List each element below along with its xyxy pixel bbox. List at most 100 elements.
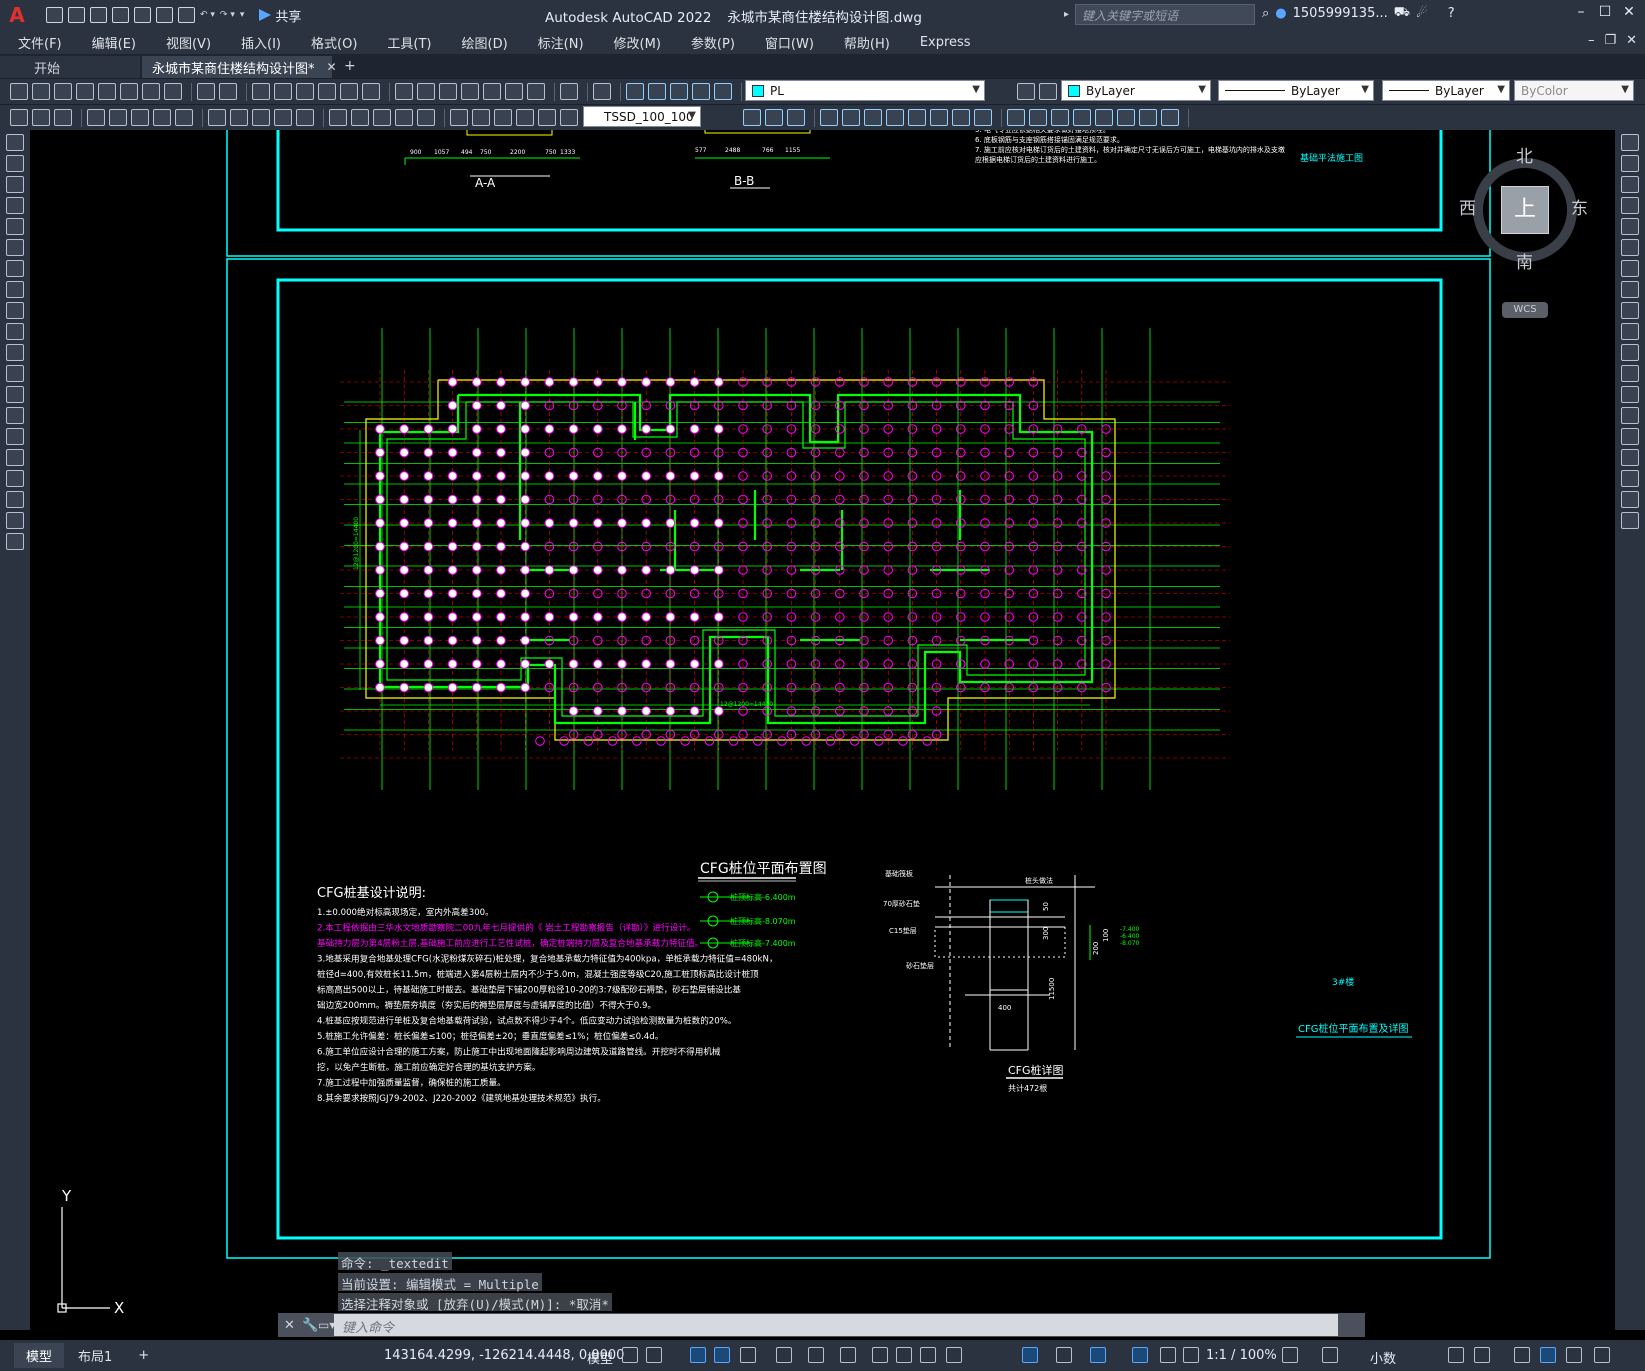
modify-tool-icon[interactable] <box>1621 491 1639 508</box>
block-tool-icon[interactable] <box>1051 109 1069 126</box>
undo-icon[interactable]: ↶ ▾ <box>200 10 215 20</box>
model-space-toggle[interactable]: 模型 <box>587 1348 613 1367</box>
block-tool-icon[interactable] <box>1117 109 1135 126</box>
menu-item[interactable]: 编辑(E) <box>92 33 136 52</box>
tolerance-icon[interactable] <box>472 109 490 126</box>
draw-tool-icon[interactable] <box>6 512 24 529</box>
dim-baseline-icon[interactable] <box>417 109 435 126</box>
help-icon[interactable]: ? <box>1448 6 1455 21</box>
command-customize-icon[interactable]: 🔧 <box>302 1318 318 1333</box>
wcs-menu-button[interactable]: WCS <box>1502 302 1548 318</box>
undo-redo-icon[interactable] <box>219 83 237 100</box>
dim-arc-icon[interactable] <box>208 109 226 126</box>
compass-north[interactable]: 北 <box>1516 142 1533 167</box>
dim-baseline-icon[interactable] <box>351 109 369 126</box>
properties-tool-icon[interactable] <box>461 83 479 100</box>
modify-tool-icon[interactable] <box>1621 260 1639 277</box>
annotation-visibility-icon[interactable] <box>1132 1347 1148 1363</box>
draw-tool-icon[interactable] <box>6 470 24 487</box>
menu-item[interactable]: 窗口(W) <box>765 33 814 52</box>
annotation-monitor-icon[interactable] <box>1322 1347 1338 1363</box>
tab-model[interactable]: 模型 <box>14 1343 65 1368</box>
compass-east[interactable]: 东 <box>1571 194 1588 219</box>
modify-tool-icon[interactable] <box>1621 176 1639 193</box>
match-layer-icon[interactable] <box>1017 83 1035 100</box>
lineweight-icon[interactable] <box>872 1347 888 1363</box>
properties-tool-icon[interactable] <box>483 83 501 100</box>
pan-zoom-icon[interactable] <box>318 83 336 100</box>
gizmo-icon[interactable] <box>1090 1347 1106 1363</box>
draw-tool-icon[interactable] <box>6 239 24 256</box>
tab-drawing[interactable]: 永城市某商住楼结构设计图* ✕ <box>142 56 337 78</box>
3d-osnap-icon[interactable] <box>946 1347 962 1363</box>
tolerance-icon[interactable] <box>494 109 512 126</box>
pan-zoom-icon[interactable] <box>340 83 358 100</box>
dimension-icon[interactable] <box>87 109 105 126</box>
annotation-scale-value[interactable]: 1:1 / 100% <box>1206 1348 1277 1363</box>
draw-tool-icon[interactable] <box>6 344 24 361</box>
text-style-icon[interactable] <box>10 109 28 126</box>
draw-tool-icon[interactable] <box>6 491 24 508</box>
tolerance-icon[interactable] <box>560 109 578 126</box>
layer-state-icon[interactable] <box>648 83 666 100</box>
plot-icon[interactable] <box>178 7 195 23</box>
open-web-icon[interactable] <box>134 7 151 23</box>
modify-tool-icon[interactable] <box>842 109 860 126</box>
layer-state-icon[interactable] <box>692 83 710 100</box>
text-style-icon[interactable] <box>54 109 72 126</box>
close-button[interactable]: ✕ <box>1616 4 1642 26</box>
standard-tool-icon[interactable] <box>98 83 116 100</box>
standard-tool-icon[interactable] <box>32 83 50 100</box>
match-layer-icon[interactable] <box>1039 83 1057 100</box>
annotation-scale-icon[interactable] <box>1183 1347 1199 1363</box>
search-icon[interactable]: ⌕ <box>1262 6 1269 21</box>
help-icon[interactable] <box>560 83 578 100</box>
modify-tool-icon[interactable] <box>974 109 992 126</box>
draw-tool-icon[interactable] <box>6 302 24 319</box>
menu-item[interactable]: 绘图(D) <box>462 33 508 52</box>
draw-tool-icon[interactable] <box>6 323 24 340</box>
drawing-canvas[interactable]: A-A 900 1057 494 750 2200 750 1333 B-B 577 2488… <box>30 130 1610 1340</box>
standard-tool-icon[interactable] <box>10 83 28 100</box>
open-file-icon[interactable] <box>68 7 85 23</box>
modify-tool-icon[interactable] <box>1621 323 1639 340</box>
customize-dropdown-icon[interactable]: ▾ <box>240 10 245 20</box>
block-tool-icon[interactable] <box>1007 109 1025 126</box>
infer-constraints-icon[interactable] <box>690 1347 706 1363</box>
user-name[interactable]: 1505999135... <box>1293 6 1388 21</box>
modify-tool-icon[interactable] <box>1621 239 1639 256</box>
modify-tool-icon[interactable] <box>1621 302 1639 319</box>
compass-south[interactable]: 南 <box>1516 248 1533 273</box>
pan-zoom-icon[interactable] <box>274 83 292 100</box>
block-tool-icon[interactable] <box>1161 109 1179 126</box>
dynamic-ucs-icon[interactable] <box>1022 1347 1038 1363</box>
dim-baseline-icon[interactable] <box>329 109 347 126</box>
dim-baseline-icon[interactable] <box>373 109 391 126</box>
pan-zoom-icon[interactable] <box>362 83 380 100</box>
layer-state-icon[interactable] <box>626 83 644 100</box>
menu-item[interactable]: 修改(M) <box>614 33 661 52</box>
search-expand-icon[interactable]: ▸ <box>1064 9 1069 20</box>
layer-manager-icon[interactable] <box>593 83 611 100</box>
pan-zoom-icon[interactable] <box>296 83 314 100</box>
add-layout-button[interactable]: + <box>126 1345 161 1366</box>
modify-tool-icon[interactable] <box>1621 155 1639 172</box>
doc-restore-icon[interactable]: ❐ <box>1604 33 1616 48</box>
draw-tool-icon[interactable] <box>6 197 24 214</box>
redo-icon[interactable]: ↷ ▾ <box>220 10 235 20</box>
menu-item[interactable]: 参数(P) <box>691 33 735 52</box>
standard-tool-icon[interactable] <box>164 83 182 100</box>
tolerance-icon[interactable] <box>538 109 556 126</box>
modify-tool-icon[interactable] <box>1621 386 1639 403</box>
modify-tool-icon[interactable] <box>1621 344 1639 361</box>
modify-tool-icon[interactable] <box>1621 407 1639 424</box>
modify-tool-icon[interactable] <box>930 109 948 126</box>
text-style-icon[interactable] <box>32 109 50 126</box>
viewcube-top-face[interactable]: 上 <box>1501 186 1549 234</box>
modify-tool-icon[interactable] <box>886 109 904 126</box>
modify-tool-icon[interactable] <box>1621 218 1639 235</box>
draw-tool-icon[interactable] <box>6 533 24 550</box>
tab-start[interactable]: 开始 <box>0 56 140 78</box>
draw-tool-icon[interactable] <box>6 176 24 193</box>
maximize-button[interactable]: ☐ <box>1592 4 1618 26</box>
